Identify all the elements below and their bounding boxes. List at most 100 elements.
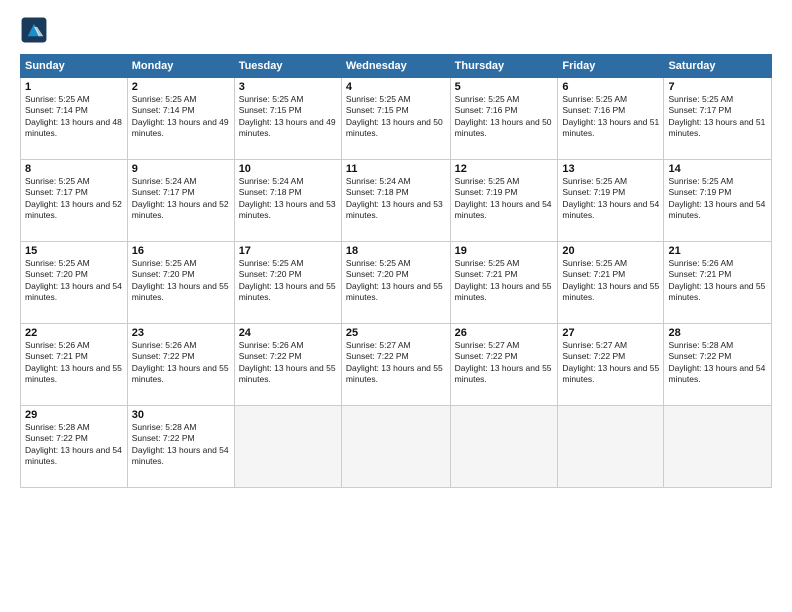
day-detail: Sunrise: 5:25 AMSunset: 7:15 PMDaylight:… (239, 94, 337, 140)
calendar-day-cell: 27Sunrise: 5:27 AMSunset: 7:22 PMDayligh… (558, 324, 664, 406)
day-detail: Sunrise: 5:26 AMSunset: 7:21 PMDaylight:… (25, 340, 123, 386)
calendar-day-cell (234, 406, 341, 488)
weekday-header: Tuesday (234, 55, 341, 78)
calendar-day-cell: 14Sunrise: 5:25 AMSunset: 7:19 PMDayligh… (664, 160, 772, 242)
calendar-day-cell (558, 406, 664, 488)
calendar-day-cell: 19Sunrise: 5:25 AMSunset: 7:21 PMDayligh… (450, 242, 558, 324)
day-number: 5 (455, 81, 554, 93)
day-detail: Sunrise: 5:25 AMSunset: 7:19 PMDaylight:… (562, 176, 659, 222)
day-number: 29 (25, 409, 123, 421)
day-number: 30 (132, 409, 230, 421)
calendar-week-row: 22Sunrise: 5:26 AMSunset: 7:21 PMDayligh… (21, 324, 772, 406)
calendar-week-row: 29Sunrise: 5:28 AMSunset: 7:22 PMDayligh… (21, 406, 772, 488)
day-number: 14 (668, 163, 767, 175)
calendar-day-cell: 22Sunrise: 5:26 AMSunset: 7:21 PMDayligh… (21, 324, 128, 406)
day-detail: Sunrise: 5:24 AMSunset: 7:17 PMDaylight:… (132, 176, 230, 222)
day-number: 1 (25, 81, 123, 93)
calendar-day-cell: 6Sunrise: 5:25 AMSunset: 7:16 PMDaylight… (558, 78, 664, 160)
day-number: 20 (562, 245, 659, 257)
calendar-day-cell: 29Sunrise: 5:28 AMSunset: 7:22 PMDayligh… (21, 406, 128, 488)
calendar-day-cell: 17Sunrise: 5:25 AMSunset: 7:20 PMDayligh… (234, 242, 341, 324)
calendar-day-cell: 11Sunrise: 5:24 AMSunset: 7:18 PMDayligh… (341, 160, 450, 242)
logo-icon (20, 16, 48, 44)
calendar-day-cell: 1Sunrise: 5:25 AMSunset: 7:14 PMDaylight… (21, 78, 128, 160)
calendar-day-cell: 26Sunrise: 5:27 AMSunset: 7:22 PMDayligh… (450, 324, 558, 406)
day-number: 4 (346, 81, 446, 93)
day-detail: Sunrise: 5:25 AMSunset: 7:21 PMDaylight:… (562, 258, 659, 304)
day-detail: Sunrise: 5:27 AMSunset: 7:22 PMDaylight:… (455, 340, 554, 386)
calendar-day-cell: 21Sunrise: 5:26 AMSunset: 7:21 PMDayligh… (664, 242, 772, 324)
calendar-day-cell: 13Sunrise: 5:25 AMSunset: 7:19 PMDayligh… (558, 160, 664, 242)
day-detail: Sunrise: 5:27 AMSunset: 7:22 PMDaylight:… (346, 340, 446, 386)
calendar-day-cell: 28Sunrise: 5:28 AMSunset: 7:22 PMDayligh… (664, 324, 772, 406)
calendar-day-cell: 2Sunrise: 5:25 AMSunset: 7:14 PMDaylight… (127, 78, 234, 160)
day-detail: Sunrise: 5:28 AMSunset: 7:22 PMDaylight:… (25, 422, 123, 468)
day-detail: Sunrise: 5:25 AMSunset: 7:21 PMDaylight:… (455, 258, 554, 304)
day-number: 27 (562, 327, 659, 339)
calendar-day-cell: 16Sunrise: 5:25 AMSunset: 7:20 PMDayligh… (127, 242, 234, 324)
day-detail: Sunrise: 5:25 AMSunset: 7:14 PMDaylight:… (25, 94, 123, 140)
calendar-day-cell: 7Sunrise: 5:25 AMSunset: 7:17 PMDaylight… (664, 78, 772, 160)
day-number: 26 (455, 327, 554, 339)
day-number: 15 (25, 245, 123, 257)
day-detail: Sunrise: 5:25 AMSunset: 7:19 PMDaylight:… (455, 176, 554, 222)
weekday-header: Monday (127, 55, 234, 78)
day-detail: Sunrise: 5:25 AMSunset: 7:20 PMDaylight:… (132, 258, 230, 304)
calendar-day-cell: 20Sunrise: 5:25 AMSunset: 7:21 PMDayligh… (558, 242, 664, 324)
weekday-header: Wednesday (341, 55, 450, 78)
day-number: 12 (455, 163, 554, 175)
day-number: 24 (239, 327, 337, 339)
weekday-header: Sunday (21, 55, 128, 78)
calendar-day-cell: 25Sunrise: 5:27 AMSunset: 7:22 PMDayligh… (341, 324, 450, 406)
calendar-day-cell: 8Sunrise: 5:25 AMSunset: 7:17 PMDaylight… (21, 160, 128, 242)
day-detail: Sunrise: 5:26 AMSunset: 7:21 PMDaylight:… (668, 258, 767, 304)
weekday-header: Thursday (450, 55, 558, 78)
page: SundayMondayTuesdayWednesdayThursdayFrid… (0, 0, 792, 612)
day-detail: Sunrise: 5:25 AMSunset: 7:16 PMDaylight:… (562, 94, 659, 140)
day-number: 16 (132, 245, 230, 257)
day-number: 11 (346, 163, 446, 175)
day-detail: Sunrise: 5:25 AMSunset: 7:15 PMDaylight:… (346, 94, 446, 140)
day-number: 10 (239, 163, 337, 175)
day-detail: Sunrise: 5:25 AMSunset: 7:20 PMDaylight:… (346, 258, 446, 304)
day-number: 2 (132, 81, 230, 93)
calendar-day-cell: 30Sunrise: 5:28 AMSunset: 7:22 PMDayligh… (127, 406, 234, 488)
header (20, 16, 772, 44)
day-detail: Sunrise: 5:24 AMSunset: 7:18 PMDaylight:… (346, 176, 446, 222)
day-detail: Sunrise: 5:25 AMSunset: 7:16 PMDaylight:… (455, 94, 554, 140)
calendar-day-cell (450, 406, 558, 488)
day-detail: Sunrise: 5:25 AMSunset: 7:20 PMDaylight:… (239, 258, 337, 304)
calendar-day-cell: 10Sunrise: 5:24 AMSunset: 7:18 PMDayligh… (234, 160, 341, 242)
calendar-day-cell: 3Sunrise: 5:25 AMSunset: 7:15 PMDaylight… (234, 78, 341, 160)
day-number: 23 (132, 327, 230, 339)
day-number: 19 (455, 245, 554, 257)
day-detail: Sunrise: 5:26 AMSunset: 7:22 PMDaylight:… (239, 340, 337, 386)
day-detail: Sunrise: 5:25 AMSunset: 7:20 PMDaylight:… (25, 258, 123, 304)
calendar-day-cell: 5Sunrise: 5:25 AMSunset: 7:16 PMDaylight… (450, 78, 558, 160)
day-number: 28 (668, 327, 767, 339)
calendar-day-cell: 4Sunrise: 5:25 AMSunset: 7:15 PMDaylight… (341, 78, 450, 160)
calendar-day-cell: 23Sunrise: 5:26 AMSunset: 7:22 PMDayligh… (127, 324, 234, 406)
day-number: 13 (562, 163, 659, 175)
calendar-week-row: 8Sunrise: 5:25 AMSunset: 7:17 PMDaylight… (21, 160, 772, 242)
calendar-day-cell: 15Sunrise: 5:25 AMSunset: 7:20 PMDayligh… (21, 242, 128, 324)
calendar-day-cell (341, 406, 450, 488)
day-detail: Sunrise: 5:24 AMSunset: 7:18 PMDaylight:… (239, 176, 337, 222)
calendar-day-cell: 18Sunrise: 5:25 AMSunset: 7:20 PMDayligh… (341, 242, 450, 324)
logo (20, 16, 52, 44)
weekday-header-row: SundayMondayTuesdayWednesdayThursdayFrid… (21, 55, 772, 78)
day-detail: Sunrise: 5:25 AMSunset: 7:17 PMDaylight:… (668, 94, 767, 140)
day-number: 3 (239, 81, 337, 93)
calendar-day-cell: 24Sunrise: 5:26 AMSunset: 7:22 PMDayligh… (234, 324, 341, 406)
day-detail: Sunrise: 5:27 AMSunset: 7:22 PMDaylight:… (562, 340, 659, 386)
calendar-day-cell: 12Sunrise: 5:25 AMSunset: 7:19 PMDayligh… (450, 160, 558, 242)
calendar-table: SundayMondayTuesdayWednesdayThursdayFrid… (20, 54, 772, 488)
day-number: 25 (346, 327, 446, 339)
calendar-day-cell (664, 406, 772, 488)
calendar-day-cell: 9Sunrise: 5:24 AMSunset: 7:17 PMDaylight… (127, 160, 234, 242)
day-number: 6 (562, 81, 659, 93)
day-number: 9 (132, 163, 230, 175)
calendar-week-row: 1Sunrise: 5:25 AMSunset: 7:14 PMDaylight… (21, 78, 772, 160)
day-detail: Sunrise: 5:25 AMSunset: 7:19 PMDaylight:… (668, 176, 767, 222)
day-detail: Sunrise: 5:28 AMSunset: 7:22 PMDaylight:… (668, 340, 767, 386)
